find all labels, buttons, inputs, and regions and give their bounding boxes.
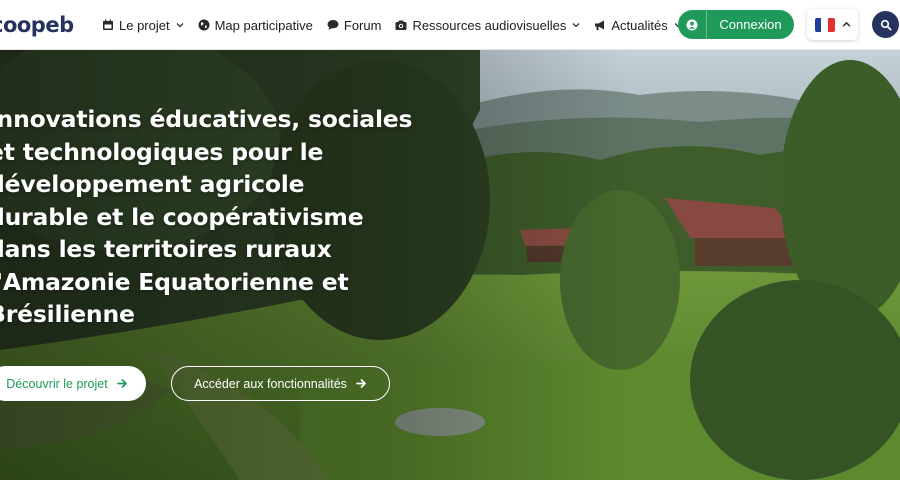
nav-item-ressources-audiovisuelles[interactable]: Ressources audiovisuelles	[395, 18, 580, 33]
arrow-right-icon	[116, 379, 127, 388]
hero-title: Innovations éducatives, sociales et tech…	[0, 103, 438, 331]
camera-icon	[395, 20, 407, 30]
search-button[interactable]	[872, 11, 899, 38]
hero-title-line: et technologiques pour le	[0, 137, 324, 166]
chevron-down-icon	[572, 23, 580, 28]
arrow-right-icon	[356, 379, 366, 388]
france-flag-icon	[814, 17, 835, 32]
nav-item-actualites[interactable]: Actualités	[594, 17, 682, 33]
nav-item-label: Forum	[343, 17, 382, 33]
search-icon	[880, 19, 891, 30]
site-header: coopeb Le projet Map participative	[0, 0, 900, 50]
megaphone-icon	[595, 20, 605, 30]
access-features-button[interactable]: Accéder aux fonctionnalités	[171, 366, 390, 401]
nav-item-map-participative[interactable]: Map participative	[198, 18, 313, 33]
hero-title-line: Innovations éducatives, sociales	[0, 105, 413, 133]
nav-item-label: Map participative	[214, 17, 313, 33]
calendar-icon	[103, 19, 113, 30]
discover-project-button[interactable]: Découvrir le projet	[0, 366, 146, 401]
nav-item-label: Actualités	[611, 17, 668, 33]
chevron-up-icon	[842, 21, 850, 27]
language-selector[interactable]	[807, 9, 858, 40]
login-label: Connexion	[719, 17, 782, 32]
chat-icon	[327, 20, 339, 30]
hero-section: Innovations éducatives, sociales et tech…	[0, 50, 900, 480]
login-button[interactable]: Connexion	[678, 10, 794, 39]
user-icon	[678, 10, 707, 39]
nav-item-label: Ressources audiovisuelles	[412, 17, 567, 33]
hero-title-line: dans les territoires ruraux	[0, 235, 332, 263]
nav-item-forum[interactable]: Forum	[327, 17, 382, 33]
chevron-down-icon	[176, 23, 184, 28]
hero-title-line: l'Amazonie Equatorienne et	[0, 267, 349, 296]
discover-project-label: Découvrir le projet	[6, 376, 108, 391]
nav-item-label: Le projet	[119, 17, 170, 33]
main-nav: Le projet Map participative Forum Ressou…	[102, 0, 696, 50]
nav-item-le-projet[interactable]: Le projet	[102, 18, 184, 33]
site-logo[interactable]: coopeb	[0, 13, 74, 37]
hero-title-line: développement agricole	[0, 170, 305, 198]
hero-title-line: Brésilienne	[0, 300, 135, 328]
access-features-label: Accéder aux fonctionnalités	[194, 376, 347, 391]
hero-title-line: durable et le coopérativisme	[0, 202, 364, 231]
globe-icon	[198, 19, 210, 31]
